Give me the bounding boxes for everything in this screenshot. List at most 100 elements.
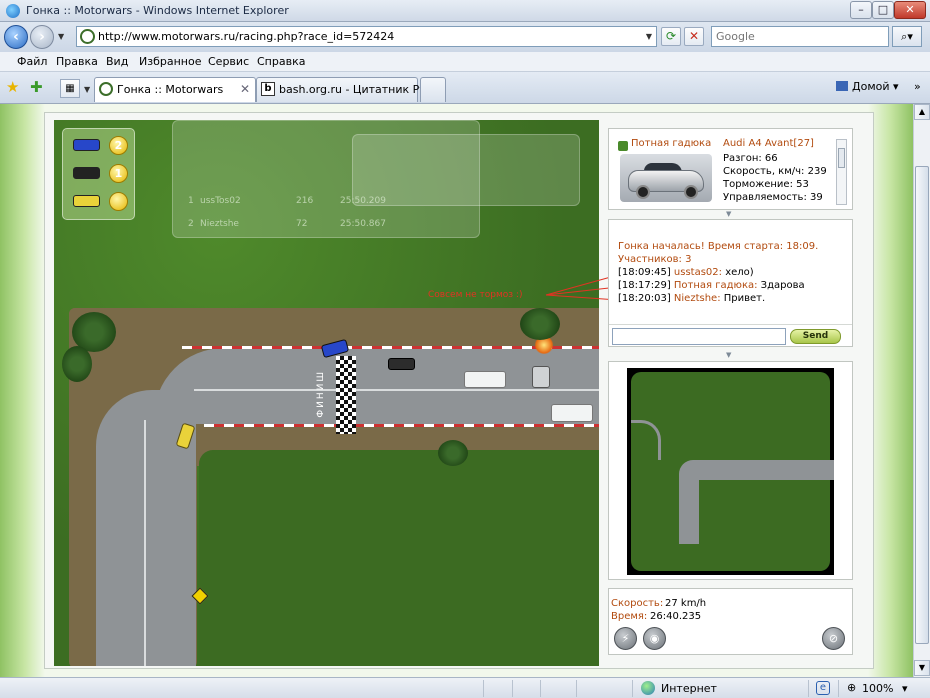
minimap-road	[679, 464, 699, 544]
car-wheel	[684, 185, 698, 199]
tab-bar: ★ ✚ ▦ ▼ Гонка :: Motorwars ✕ b bash.org.…	[0, 72, 930, 104]
menu-bar: Файл Правка Вид Избранное Сервис Справка	[0, 52, 930, 72]
search-box[interactable]	[711, 26, 889, 47]
scroll-down-icon[interactable]: ▼	[914, 660, 930, 676]
chat-divider	[609, 324, 852, 325]
quick-tabs-icon[interactable]: ▦	[60, 79, 80, 98]
racer-legend: 2 1	[62, 128, 135, 220]
status-segment	[483, 680, 484, 697]
tab-list-dropdown-icon[interactable]: ▼	[84, 85, 90, 94]
tab-bash-label: bash.org.ru - Цитатник Рун...	[279, 83, 444, 96]
address-dropdown-icon[interactable]: ▼	[646, 32, 652, 41]
stop-icon[interactable]: ✕	[684, 27, 704, 46]
tab-close-icon[interactable]: ✕	[240, 82, 250, 96]
legend-position-badge	[109, 192, 128, 211]
standings-rank: 2	[188, 219, 194, 229]
legend-row	[73, 192, 129, 212]
chat-nick: Nieztshe:	[673, 293, 721, 304]
car-spec: Торможение: 53	[723, 179, 809, 190]
close-window-button[interactable]: ✕	[894, 1, 926, 19]
panel-separator-arrow-icon: ▼	[726, 210, 732, 218]
chat-timestamp: [18:20:03]	[618, 293, 671, 304]
scroll-thumb[interactable]	[915, 166, 929, 644]
minimap	[627, 368, 834, 575]
toolbar-overflow-icon[interactable]: »	[914, 80, 921, 93]
menu-tools[interactable]: Сервис	[208, 55, 249, 68]
scroll-up-icon[interactable]: ▲	[914, 104, 930, 120]
status-segment	[838, 680, 839, 697]
legend-row: 2	[73, 136, 129, 156]
minimap-panel	[608, 361, 853, 580]
bush	[438, 440, 468, 466]
car-info-scrollbar[interactable]	[836, 139, 847, 205]
race-track-view[interactable]: ФИНИШ 2 1 1 ussTos02 216 25:50.209 2 Nie…	[54, 120, 599, 666]
standings-name: Nieztshe	[200, 219, 239, 229]
legend-position-badge: 2	[109, 136, 128, 155]
minimize-button[interactable]: –	[850, 1, 872, 19]
search-button[interactable]: ⌕▾	[892, 26, 922, 47]
standings-rank: 1	[188, 196, 194, 206]
status-bar: Интернет e ⊕ 100% ▾	[0, 677, 930, 698]
internet-zone-icon	[641, 681, 655, 695]
vertical-scrollbar[interactable]: ▲ ▼	[913, 104, 930, 677]
menu-file[interactable]: Файл	[17, 55, 47, 68]
standings-name: ussTos02	[200, 196, 241, 206]
chat-message: [18:09:45] usstas02: хело)	[618, 267, 754, 278]
chat-nick: Потная гадюка:	[673, 280, 758, 291]
car-wheel	[636, 185, 650, 199]
minimap-road	[679, 460, 834, 480]
tab-bash[interactable]: b bash.org.ru - Цитатник Рун...	[256, 77, 443, 102]
search-input[interactable]	[716, 28, 886, 45]
tab-motorwars[interactable]: Гонка :: Motorwars ✕	[94, 77, 256, 102]
address-bar[interactable]: http://www.motorwars.ru/racing.php?race_…	[76, 26, 657, 47]
menu-favorites[interactable]: Избранное	[139, 55, 201, 68]
wrecked-car	[532, 366, 550, 388]
panel-separator-arrow-icon: ▼	[726, 351, 732, 359]
chat-input[interactable]	[612, 328, 786, 345]
menu-view[interactable]: Вид	[106, 55, 128, 68]
home-button[interactable]: Домой ▾	[836, 80, 899, 93]
bash-favicon-icon: b	[261, 82, 275, 96]
chat-nick: usstas02:	[673, 267, 723, 278]
menu-help[interactable]: Справка	[257, 55, 305, 68]
motorwars-favicon-icon	[99, 82, 113, 96]
car-info-scroll-thumb[interactable]	[838, 148, 845, 168]
ie-status-icon[interactable]: e	[816, 681, 830, 695]
ambulance-car	[464, 371, 506, 388]
add-favorite-icon[interactable]: ✚	[30, 78, 43, 96]
send-button[interactable]: Send	[790, 329, 841, 344]
home-dropdown-icon[interactable]: ▾	[893, 80, 899, 93]
legend-position-badge: 1	[109, 164, 128, 183]
home-label: Домой	[852, 80, 890, 93]
chat-timestamp: [18:17:29]	[618, 280, 671, 291]
chat-timestamp: [18:09:45]	[618, 267, 671, 278]
status-segment	[632, 680, 633, 697]
zoom-level[interactable]: 100%	[862, 682, 893, 695]
address-url[interactable]: http://www.motorwars.ru/racing.php?race_…	[98, 30, 394, 43]
menu-edit[interactable]: Правка	[56, 55, 98, 68]
internet-zone-label: Интернет	[661, 682, 717, 695]
info-overlay	[352, 134, 580, 206]
standings-time: 25:50.209	[340, 196, 386, 206]
race-stats-panel: Скорость: 27 km/h Время: 26:40.235 ⚡ ◉ ⊘	[608, 588, 853, 655]
quit-race-button[interactable]: ⊘	[822, 627, 845, 650]
curb-inner	[204, 424, 599, 427]
site-favicon-icon	[80, 29, 95, 44]
history-dropdown-icon[interactable]: ▼	[58, 32, 64, 41]
nitro-button[interactable]: ⚡	[614, 627, 637, 650]
legend-car-icon	[73, 167, 100, 179]
lane-line	[194, 389, 599, 391]
back-button[interactable]: ‹	[4, 25, 28, 49]
zoom-dropdown-icon[interactable]: ▾	[902, 682, 908, 695]
legend-row: 1	[73, 164, 129, 184]
inner-grass	[199, 450, 599, 666]
lane-line-vertical	[144, 420, 146, 666]
refresh-icon[interactable]: ⟳	[661, 27, 681, 46]
zoom-icon[interactable]: ⊕	[847, 681, 856, 694]
new-tab-button[interactable]	[420, 77, 446, 102]
maximize-button[interactable]: □	[872, 1, 894, 19]
forward-button[interactable]: ›	[30, 25, 54, 49]
favorites-star-icon[interactable]: ★	[6, 78, 19, 96]
player-name[interactable]: Потная гадюка	[631, 138, 711, 149]
horn-button[interactable]: ◉	[643, 627, 666, 650]
